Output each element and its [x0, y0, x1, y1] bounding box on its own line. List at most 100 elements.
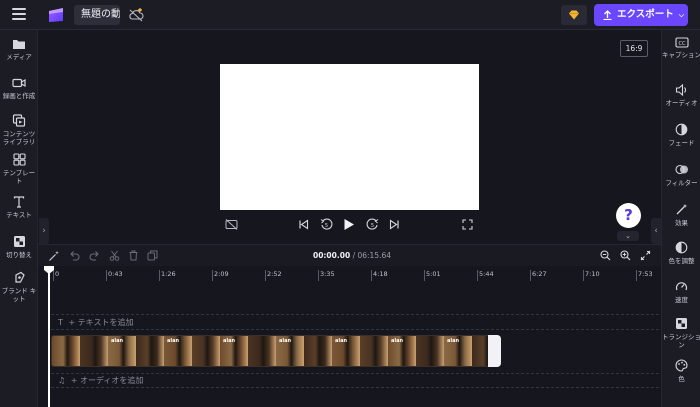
- sidebar-item-brand-kit[interactable]: ブランド キット: [0, 271, 38, 303]
- sidebar-item-fade[interactable]: フェード: [662, 123, 700, 147]
- clip-thumbnail: [192, 336, 220, 366]
- sidebar-item-transitions[interactable]: 切り替え: [0, 235, 38, 259]
- play-icon: [344, 218, 354, 230]
- sidebar-item-label: 切り替え: [6, 251, 32, 259]
- clip-thumbnail-caption: alan: [391, 338, 404, 344]
- music-note-icon: ♫: [58, 376, 66, 385]
- collapse-right-panel-button[interactable]: ‹: [651, 218, 661, 244]
- clip-thumbnail: alan: [444, 336, 472, 366]
- filter-icon: [674, 164, 688, 175]
- total-duration: / 06:15.64: [352, 251, 392, 260]
- fullscreen-button[interactable]: [462, 216, 473, 232]
- sidebar-item-media[interactable]: メディア: [0, 38, 38, 61]
- sidebar-item-filters[interactable]: フィルター: [662, 163, 700, 187]
- sidebar-item-text[interactable]: テキスト: [0, 196, 38, 219]
- ruler-tick-label: 3:35: [320, 270, 335, 278]
- sidebar-item-effects[interactable]: 効果: [662, 203, 700, 227]
- sidebar-item-label: フェード: [668, 139, 695, 147]
- text-track[interactable]: [51, 314, 659, 330]
- add-audio-track-label[interactable]: ♫ + オーディオを追加: [58, 375, 143, 386]
- fade-icon: [675, 123, 688, 136]
- undo-icon[interactable]: [69, 250, 80, 261]
- clip-trim-handle[interactable]: [488, 335, 501, 367]
- ruler-tick-label: 0: [55, 270, 60, 278]
- current-time: 00:00.00: [313, 251, 351, 260]
- ruler-tick-label: 4:18: [373, 270, 388, 278]
- sidebar-item-captions[interactable]: CC キャプション: [662, 37, 700, 59]
- skip-forward-button[interactable]: [389, 216, 400, 232]
- video-clip[interactable]: alan alan alan alan alan alan alan: [51, 335, 501, 367]
- export-button[interactable]: エクスポート ⌵: [594, 4, 688, 26]
- svg-text:CC: CC: [678, 41, 685, 47]
- trash-icon[interactable]: [128, 250, 139, 261]
- captions-off-button[interactable]: [225, 216, 238, 232]
- sidebar-item-label: テキスト: [6, 211, 32, 219]
- scissors-icon[interactable]: [109, 250, 120, 261]
- right-sidebar: CC キャプション オーディオ フェード フィルター 効果 色を調整 速度 トラ…: [661, 30, 700, 407]
- cloud-offline-icon[interactable]: [128, 8, 144, 22]
- clip-thumbnail: [248, 336, 276, 366]
- svg-text:5: 5: [325, 223, 328, 229]
- timeline-toolbar: 00:00.00 / 06:15.64: [38, 244, 661, 266]
- fit-timeline-icon[interactable]: [640, 250, 651, 261]
- clip-thumbnail: alan: [332, 336, 360, 366]
- forward-5-button[interactable]: 5: [366, 216, 379, 232]
- clip-thumbnail: [416, 336, 444, 366]
- sidebar-item-label: メディア: [6, 53, 32, 61]
- ruler-tick: [106, 270, 107, 281]
- clip-thumbnail: alan: [220, 336, 248, 366]
- premium-button[interactable]: [561, 5, 587, 25]
- template-grid-icon: [12, 153, 26, 166]
- ruler-tick: [159, 270, 160, 281]
- hamburger-menu-icon[interactable]: [12, 8, 26, 20]
- forward-5-icon: 5: [366, 218, 379, 230]
- chevron-down-icon[interactable]: ⌄: [617, 231, 639, 241]
- palette-icon: [675, 359, 688, 372]
- sidebar-item-label: ブランド キット: [1, 287, 37, 303]
- project-title[interactable]: 無題の動画: [74, 5, 120, 25]
- sidebar-item-transitions-right[interactable]: トランジション: [662, 317, 700, 349]
- playhead[interactable]: [48, 268, 50, 407]
- sidebar-item-audio[interactable]: オーディオ: [662, 84, 700, 107]
- text-icon: [13, 196, 25, 208]
- collapse-left-panel-button[interactable]: ›: [39, 218, 49, 244]
- skip-forward-icon: [389, 218, 399, 230]
- clip-thumbnail: [136, 336, 164, 366]
- preview-canvas[interactable]: [220, 64, 479, 210]
- duplicate-icon[interactable]: [147, 250, 158, 261]
- sidebar-item-adjust-colors[interactable]: 色を調整: [662, 241, 700, 265]
- play-button[interactable]: [343, 216, 355, 232]
- clip-thumbnail-caption: alan: [335, 338, 348, 344]
- fullscreen-icon: [462, 218, 473, 230]
- sidebar-item-label: テンプレート: [2, 169, 36, 185]
- ruler-tick: [636, 270, 637, 281]
- help-button[interactable]: ?: [616, 203, 641, 228]
- aspect-ratio-button[interactable]: 16:9: [620, 40, 648, 57]
- clip-thumbnail: alan: [276, 336, 304, 366]
- rewind-5-button[interactable]: 5: [320, 216, 333, 232]
- clip-thumbnail-caption: alan: [279, 338, 292, 344]
- magic-wand-icon: [676, 204, 687, 215]
- clip-thumbnail: alan: [108, 336, 136, 366]
- sidebar-item-templates[interactable]: テンプレート: [0, 153, 38, 185]
- folder-icon: [13, 40, 25, 49]
- clip-thumbnail-caption: alan: [167, 338, 180, 344]
- sidebar-item-content-library[interactable]: コンテンツ ライブラリ: [0, 114, 38, 146]
- redo-icon[interactable]: [89, 250, 100, 261]
- upload-icon: [603, 10, 612, 20]
- sidebar-item-label: トランジション: [662, 333, 700, 349]
- sidebar-item-record[interactable]: 録画と作成: [0, 77, 38, 100]
- sidebar-item-speed[interactable]: 速度: [662, 280, 700, 304]
- clip-thumbnail: [304, 336, 332, 366]
- sidebar-item-label: オーディオ: [665, 99, 698, 107]
- sidebar-item-label: 録画と作成: [2, 92, 36, 100]
- clip-thumbnail-caption: alan: [111, 338, 124, 344]
- sidebar-item-color[interactable]: 色: [662, 359, 700, 383]
- magic-wand-icon[interactable]: [48, 250, 60, 262]
- skip-back-button[interactable]: [298, 216, 309, 232]
- zoom-out-icon[interactable]: [600, 250, 611, 261]
- export-label: エクスポート: [617, 9, 674, 20]
- add-text-track-label[interactable]: T + テキストを追加: [58, 317, 133, 328]
- zoom-in-icon[interactable]: [620, 250, 631, 261]
- timeline-ruler[interactable]: 0 0:43 1:26 2:09 2:52 3:35 4:18 5:01 5:44 6:27 7:1…: [38, 266, 661, 282]
